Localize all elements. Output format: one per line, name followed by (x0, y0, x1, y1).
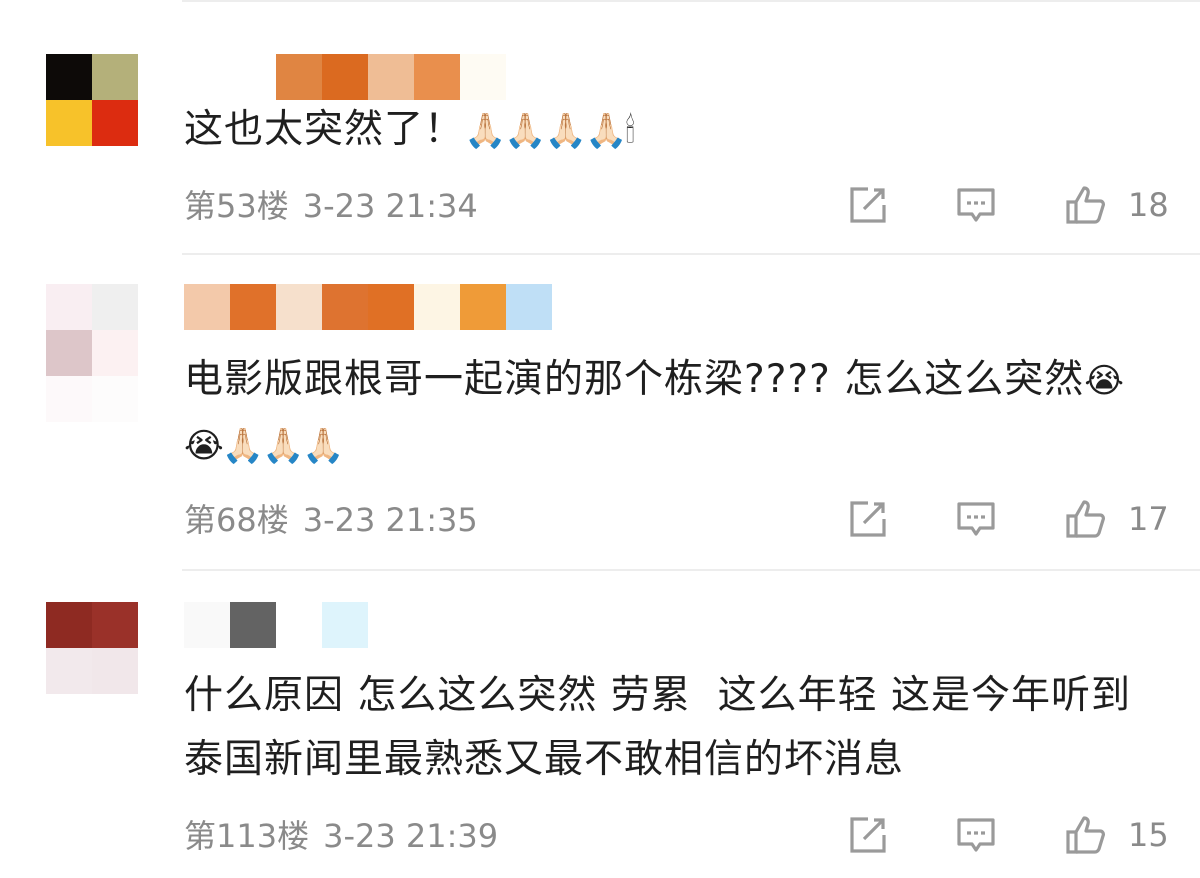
share-edit-icon[interactable] (844, 497, 888, 541)
avatar-tile (46, 54, 92, 100)
avatar[interactable] (46, 602, 138, 694)
comment-icon[interactable] (954, 497, 998, 541)
comment-text: 电影版跟根哥一起演的那个栋梁???? 怎么这么突然😭😭🙏🏻🙏🏻🙏🏻 (184, 348, 1144, 478)
avatar-tile (92, 284, 138, 330)
avatar-tile (46, 602, 92, 648)
comment-body: 什么原因 怎么这么突然 劳累 这么年轻 这是今年听到泰国新闻里最熟悉又最不敢相信… (184, 673, 1131, 782)
avatar-tile (46, 100, 92, 146)
top-divider (182, 0, 1200, 2)
avatar-tile (92, 330, 138, 376)
avatar-tile (46, 648, 92, 694)
comment-text: 什么原因 怎么这么突然 劳累 这么年轻 这是今年听到泰国新闻里最熟悉又最不敢相信… (184, 664, 1144, 792)
share-edit-icon[interactable] (844, 813, 888, 857)
avatar[interactable] (46, 284, 138, 422)
emoji-group: 🙏🏻🙏🏻🙏🏻🙏🏻🕯 (464, 111, 635, 151)
avatar[interactable] (46, 54, 138, 146)
username-pixelated[interactable] (184, 602, 368, 648)
comment-actions: 17 (0, 497, 1200, 543)
avatar-tile (92, 602, 138, 648)
comment-divider (182, 569, 1200, 571)
avatar-tile (92, 100, 138, 146)
avatar-tile (92, 376, 138, 422)
avatar-tile (46, 284, 92, 330)
comment-body: 电影版跟根哥一起演的那个栋梁???? 怎么这么突然 (184, 357, 1085, 402)
username-pixelated[interactable] (184, 284, 552, 330)
like-count: 18 (1128, 186, 1169, 224)
username-pixelated[interactable] (184, 54, 506, 100)
like-count: 15 (1128, 816, 1169, 854)
comment-actions: 18 (0, 183, 1200, 229)
comment-icon[interactable] (954, 183, 998, 227)
avatar-tile (46, 330, 92, 376)
like-count: 17 (1128, 500, 1169, 538)
comment-actions: 15 (0, 813, 1200, 859)
share-edit-icon[interactable] (844, 183, 888, 227)
comment-divider (182, 253, 1200, 255)
thumbs-up-icon[interactable] (1064, 497, 1108, 541)
avatar-tile (46, 376, 92, 422)
thumbs-up-icon[interactable] (1064, 813, 1108, 857)
comment-body: 这也太突然了！ (184, 107, 465, 152)
comment-icon[interactable] (954, 813, 998, 857)
avatar-tile (92, 54, 138, 100)
avatar-tile (92, 648, 138, 694)
thumbs-up-icon[interactable] (1064, 183, 1108, 227)
comment-text: 这也太突然了！🙏🏻🙏🏻🙏🏻🙏🏻🕯 (184, 98, 1144, 163)
